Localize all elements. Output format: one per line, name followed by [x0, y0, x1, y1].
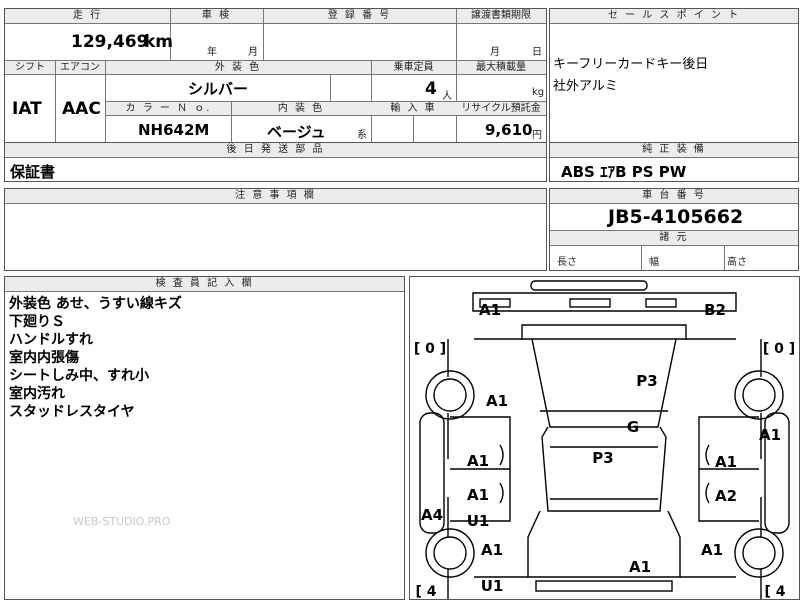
tire-tread-bracket: [ 0 ] — [762, 341, 796, 357]
max-load-unit: kg — [532, 87, 545, 98]
color-no-header: カ ラ ー Ｎ ｏ. — [106, 102, 231, 116]
chassis-header: 車 台 番 号 — [550, 189, 798, 204]
inspection-year: 年 — [207, 47, 217, 58]
shift-header: シフト — [5, 61, 55, 75]
watermark: WEB-STUDIO.PRO — [73, 515, 171, 528]
inspector-header: 検 査 員 記 入 欄 — [5, 277, 404, 292]
inspector-note: シートしみ中、すれ小 — [9, 368, 149, 384]
damage-mark: U1 — [466, 512, 490, 530]
transfer-month: 月 — [490, 47, 500, 58]
dimension-width: 幅 — [649, 257, 659, 268]
inspector-note: 室内内張傷 — [9, 350, 79, 366]
equipment-value: ABS ｴｱB PS PW — [561, 163, 687, 181]
cautions-box: 注 意 事 項 欄 — [4, 188, 547, 271]
recycle-value: 9,610 — [485, 121, 533, 139]
dimension-length: 長さ — [557, 257, 577, 268]
damage-mark: A4 — [420, 506, 444, 524]
damage-mark: A1 — [466, 486, 490, 504]
shift-value: IAT — [12, 99, 42, 119]
damage-mark: A1 — [700, 541, 724, 559]
later-parts-box: 後 日 発 送 部 品 保証書 — [4, 142, 547, 182]
int-color-suffix: 系 — [357, 130, 367, 141]
damage-mark: A1 — [485, 392, 509, 410]
ext-color-header: 外 装 色 — [105, 61, 371, 75]
damage-mark: A1 — [628, 558, 652, 576]
inspector-note: 下廻りＳ — [9, 314, 65, 330]
vehicle-info-table: 走 行 車 検 登 録 番 号 譲渡書類期限 129,469 km 年 月 月 … — [4, 8, 547, 143]
equipment-box: 純 正 装 備 ABS ｴｱB PS PW — [549, 142, 799, 182]
damage-mark: B2 — [704, 301, 726, 319]
capacity-unit: 人 — [442, 91, 452, 102]
tire-tread-bracket: [ 4 — [415, 584, 437, 600]
damage-mark: A1 — [758, 426, 782, 444]
color-no-value: NH642M — [138, 121, 210, 139]
damage-mark: A1 — [478, 301, 502, 319]
sales-point-line: 社外アルミ — [553, 79, 618, 94]
inspector-box: 検 査 員 記 入 欄 外装色 あせ、うすい線キズ 下廻りＳ ハンドルすれ 室内… — [4, 276, 405, 600]
mileage-unit: km — [144, 32, 174, 52]
registration-header: 登 録 番 号 — [263, 9, 456, 24]
tire-tread-bracket: [ 0 ] — [413, 341, 447, 357]
inspector-note: 外装色 あせ、うすい線キズ — [9, 296, 182, 312]
ext-color-value: シルバー — [188, 80, 249, 98]
damage-mark: P3 — [636, 372, 658, 390]
inspector-note: ハンドルすれ — [9, 332, 93, 348]
chassis-value: JB5-4105662 — [608, 206, 744, 228]
later-parts-value: 保証書 — [10, 163, 56, 181]
int-color-header: 内 装 色 — [231, 102, 371, 116]
recycle-header: リサイクル預託金 — [456, 102, 546, 116]
cautions-header: 注 意 事 項 欄 — [5, 189, 546, 204]
equipment-header: 純 正 装 備 — [550, 143, 798, 158]
int-color-value: ベージュ — [267, 123, 326, 141]
chassis-box: 車 台 番 号 JB5-4105662 諸 元 長さ 幅 高さ — [549, 188, 799, 271]
capacity-header: 乗車定員 — [371, 61, 456, 75]
inspection-month: 月 — [248, 47, 258, 58]
recycle-unit: 円 — [532, 130, 542, 141]
damage-mark: U1 — [480, 577, 504, 595]
damage-mark: A1 — [466, 452, 490, 470]
damage-mark: G — [626, 418, 640, 436]
capacity-value: 4 — [425, 79, 437, 99]
import-header: 輸 入 車 — [371, 102, 456, 116]
inspector-note: スタッドレスタイヤ — [9, 404, 135, 420]
sales-points-header: セ ー ル ス ポ イ ン ト — [550, 9, 798, 24]
damage-mark: A1 — [480, 541, 504, 559]
dimension-height: 高さ — [727, 257, 747, 268]
car-diagram-box: A1 B2 P3 A1 G A1 A1 P3 A1 A1 A2 A4 U1 A1… — [409, 276, 800, 600]
damage-mark: A1 — [714, 453, 738, 471]
tire-tread-bracket: [ 4 — [764, 584, 786, 600]
later-parts-header: 後 日 発 送 部 品 — [5, 143, 546, 158]
sales-points-box: セ ー ル ス ポ イ ン ト キーフリーカードキー後日 社外アルミ — [549, 8, 799, 143]
ac-value: AAC — [62, 99, 101, 119]
mileage-value: 129,469 — [71, 32, 149, 52]
inspection-header: 車 検 — [170, 9, 263, 24]
sales-point-line: キーフリーカードキー後日 — [553, 57, 709, 72]
inspector-note: 室内汚れ — [9, 386, 65, 402]
car-outline-diagram — [419, 280, 790, 599]
transfer-day: 日 — [532, 47, 542, 58]
max-load-header: 最大積載量 — [456, 61, 546, 75]
ac-header: エアコン — [55, 61, 105, 75]
damage-mark: A2 — [714, 487, 738, 505]
damage-mark: P3 — [592, 449, 614, 467]
dimensions-header: 諸 元 — [550, 231, 798, 246]
transfer-header: 譲渡書類期限 — [456, 9, 546, 24]
mileage-header: 走 行 — [5, 9, 170, 24]
